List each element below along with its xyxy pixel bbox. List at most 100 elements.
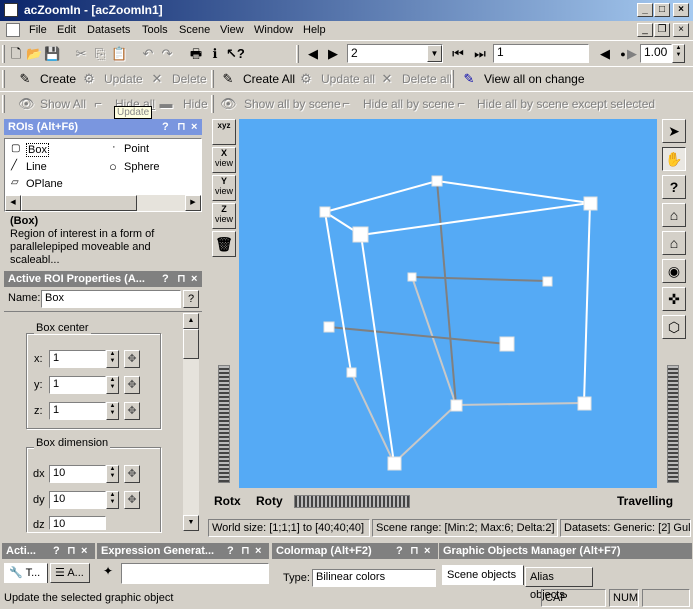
rois-panel-header[interactable]: ROIs (Alt+F6) ? ⊓ ×	[4, 119, 202, 135]
maximize-button[interactable]: □	[654, 3, 670, 17]
z-input[interactable]: 1	[49, 402, 106, 420]
rewind-icon[interactable]: ◀	[597, 46, 613, 62]
pin-icon[interactable]: ⊓	[241, 543, 250, 559]
y-input[interactable]: 1	[49, 376, 106, 394]
play-icon[interactable]: ▶	[624, 46, 640, 62]
dy-spinner[interactable]: ▲ ▼	[106, 491, 119, 509]
close-button[interactable]: ×	[673, 3, 689, 17]
y-view-button[interactable]: Y view	[212, 175, 236, 201]
y-move-icon[interactable]: ✥	[124, 376, 140, 394]
hide-button[interactable]: Hide	[183, 97, 208, 111]
menu-window[interactable]: Window	[254, 24, 293, 36]
menu-datasets[interactable]: Datasets	[87, 24, 130, 36]
z-spinner[interactable]: ▲ ▼	[106, 402, 119, 420]
travelling-thumbwheel[interactable]	[667, 365, 679, 483]
dz-input[interactable]: 10	[49, 516, 106, 530]
panel-help-button[interactable]: ?	[227, 543, 234, 559]
next-frame-icon[interactable]: ▶	[325, 46, 341, 62]
new-icon[interactable]: 🗋	[8, 46, 24, 62]
roi-item-line[interactable]: Line	[26, 161, 47, 173]
pin-icon[interactable]: ⊓	[410, 543, 419, 559]
undo-icon[interactable]: ↶	[140, 46, 156, 62]
panel-close-button[interactable]: ×	[191, 271, 197, 287]
dy-scale-icon[interactable]: ✥	[124, 491, 140, 509]
roi-item-sphere[interactable]: Sphere	[124, 161, 159, 173]
actions-panel-header[interactable]: Acti... ? ⊓ ×	[2, 543, 95, 559]
seek-crosshair-icon[interactable]: ✜	[662, 287, 686, 311]
dx-scale-icon[interactable]: ✥	[124, 465, 140, 483]
menu-view[interactable]: View	[220, 24, 244, 36]
context-help-icon[interactable]: ↖?	[226, 46, 245, 62]
help-icon[interactable]: ?	[662, 175, 686, 199]
speed-input[interactable]: 1.00	[640, 44, 672, 63]
paste-icon[interactable]: 📋	[111, 46, 127, 62]
dx-input[interactable]: 10	[49, 465, 106, 483]
toolbar-grip[interactable]	[2, 70, 5, 88]
tab-scene-objects[interactable]: Scene objects	[442, 565, 524, 585]
mdi-close-button[interactable]: ×	[673, 23, 689, 37]
frame-combo[interactable]: 2 ▼	[347, 44, 443, 63]
expression-input[interactable]	[121, 563, 269, 584]
view-all-on-change-button[interactable]: View all on change	[484, 72, 585, 86]
x-view-button[interactable]: X view	[212, 147, 236, 173]
set-home-icon[interactable]: ⌂	[662, 231, 686, 255]
delete-button[interactable]: Delete	[172, 72, 207, 86]
horizontal-scrollbar[interactable]: ◀ ▶	[5, 195, 201, 211]
toolbar-grip[interactable]	[296, 45, 299, 63]
minimize-button[interactable]: _	[637, 3, 653, 17]
toolbar-grip[interactable]	[451, 70, 454, 88]
roi-item-point[interactable]: Point	[124, 143, 149, 155]
save-icon[interactable]: 💾	[44, 46, 60, 62]
roi-props-header[interactable]: Active ROI Properties (A... ? ⊓ ×	[4, 271, 202, 287]
menu-file[interactable]: File	[29, 24, 47, 36]
z-view-button[interactable]: Z view	[212, 203, 236, 229]
projection-icon[interactable]: ⬡	[662, 315, 686, 339]
panel-help-button[interactable]: ?	[396, 543, 403, 559]
tab-alias-objects[interactable]: Alias objects	[525, 567, 593, 601]
select-arrow-icon[interactable]: ➤	[662, 119, 686, 143]
toolbar-grip[interactable]	[2, 45, 5, 63]
create-button[interactable]: Create	[40, 72, 76, 86]
x-spinner[interactable]: ▲ ▼	[106, 350, 119, 368]
z-move-icon[interactable]: ✥	[124, 402, 140, 420]
pin-icon[interactable]: ⊓	[177, 271, 186, 287]
menu-edit[interactable]: Edit	[57, 24, 76, 36]
xyz-view-button[interactable]: xyz	[212, 119, 236, 145]
x-input[interactable]: 1	[49, 350, 106, 368]
scroll-left-icon[interactable]: ◀	[5, 195, 21, 211]
rotx-thumbwheel[interactable]	[218, 365, 230, 483]
menu-scene[interactable]: Scene	[179, 24, 210, 36]
pin-icon[interactable]: ⊓	[177, 119, 186, 135]
panel-close-button[interactable]: ×	[255, 543, 261, 559]
show-all-by-scene-button[interactable]: Show all by scene	[244, 97, 341, 111]
panel-help-button[interactable]: ?	[53, 543, 60, 559]
open-icon[interactable]: 📂	[26, 46, 42, 62]
x-move-icon[interactable]: ✥	[124, 350, 140, 368]
update-all-button[interactable]: Update all	[321, 72, 375, 86]
panel-close-button[interactable]: ×	[81, 543, 87, 559]
dy-input[interactable]: 10	[49, 491, 106, 509]
title-bar[interactable]: acZoomIn - [acZoomIn1] _ □ ×	[0, 0, 693, 21]
print-icon[interactable]: 🖶	[188, 46, 204, 62]
y-spinner[interactable]: ▲ ▼	[106, 376, 119, 394]
last-frame-icon[interactable]: ⏭	[472, 46, 488, 62]
toolbar-grip[interactable]	[2, 95, 5, 113]
toolbar-grip[interactable]	[211, 95, 214, 113]
scroll-down-icon[interactable]: ▼	[183, 515, 199, 531]
speed-spinner[interactable]: ▲ ▼	[672, 44, 685, 63]
hand-icon[interactable]: ✋	[662, 147, 686, 171]
plus-icon[interactable]: ✦	[103, 564, 113, 578]
scroll-right-icon[interactable]: ▶	[185, 195, 201, 211]
chevron-down-icon[interactable]: ▼	[427, 45, 442, 62]
cut-icon[interactable]: ✂	[73, 46, 89, 62]
app-icon[interactable]	[4, 3, 18, 17]
prev-frame-icon[interactable]: ◀	[305, 46, 321, 62]
view-all-eye-icon[interactable]: ◉	[662, 259, 686, 283]
dx-spinner[interactable]: ▲ ▼	[106, 465, 119, 483]
tab-actions[interactable]: ☰ A...	[50, 563, 90, 583]
roty-thumbwheel[interactable]	[294, 495, 410, 508]
props-vertical-scrollbar[interactable]: ▲ ▼	[183, 313, 199, 531]
menu-help[interactable]: Help	[303, 24, 326, 36]
trash-icon[interactable]: 🗑	[212, 231, 236, 257]
scroll-thumb[interactable]	[183, 329, 199, 359]
